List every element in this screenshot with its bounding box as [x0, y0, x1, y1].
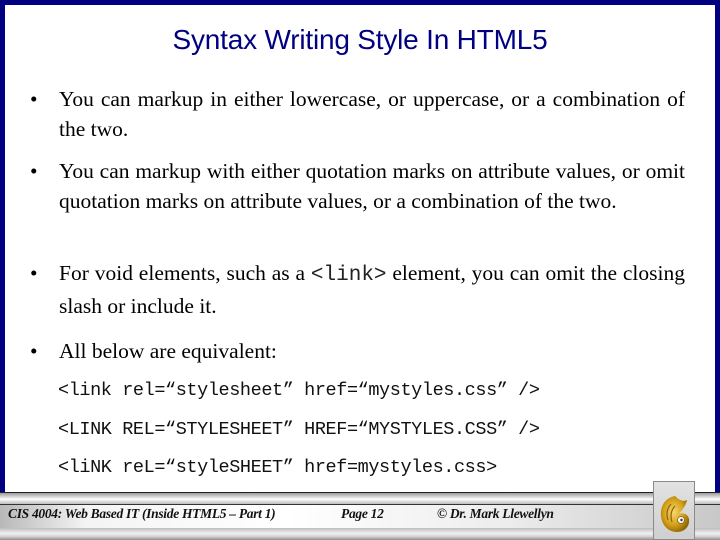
footer-band-top	[0, 492, 720, 504]
bullet-item: • For void elements, such as a <link> el…	[30, 258, 685, 321]
code-line: <link rel=“stylesheet” href=“mystyles.cs…	[58, 380, 540, 401]
slide-title: Syntax Writing Style In HTML5	[172, 24, 548, 55]
bullet-item: • You can markup with either quotation m…	[30, 156, 685, 216]
bullet-item: • All below are equivalent:	[30, 336, 685, 366]
inline-code: <link>	[310, 264, 387, 287]
bullet-text: All below are equivalent:	[59, 339, 277, 363]
footer-page-number: Page 12	[341, 506, 384, 521]
bullet-text: For void elements, such as a <link> elem…	[59, 258, 685, 321]
bullet-item: • You can markup in either lowercase, or…	[30, 84, 685, 144]
footer-course-title: CIS 4004: Web Based IT (Inside HTML5 – P…	[8, 506, 276, 521]
slide-footer: CIS 4004: Web Based IT (Inside HTML5 – P…	[0, 492, 720, 540]
bullet-text: You can markup in either lowercase, or u…	[59, 87, 685, 141]
bullet-icon: •	[30, 261, 38, 285]
code-line: <liNK reL=“styleSHEET” href=mystyles.css…	[58, 457, 497, 478]
footer-copyright: © Dr. Mark Llewellyn	[437, 506, 554, 521]
logo-container	[653, 481, 695, 540]
pegasus-logo-icon	[660, 496, 690, 532]
footer-band-bottom	[0, 528, 720, 540]
bullet-text-before: For void elements, such as a	[59, 261, 311, 285]
bullet-icon: •	[30, 87, 38, 111]
code-line: <LINK REL=“STYLESHEET” HREF=“MYSTYLES.CS…	[58, 419, 540, 440]
bullet-icon: •	[30, 339, 38, 363]
bullet-text: You can markup with either quotation mar…	[59, 159, 685, 213]
slide: Syntax Writing Style In HTML5 • You can …	[0, 0, 720, 540]
bullet-icon: •	[30, 159, 38, 183]
